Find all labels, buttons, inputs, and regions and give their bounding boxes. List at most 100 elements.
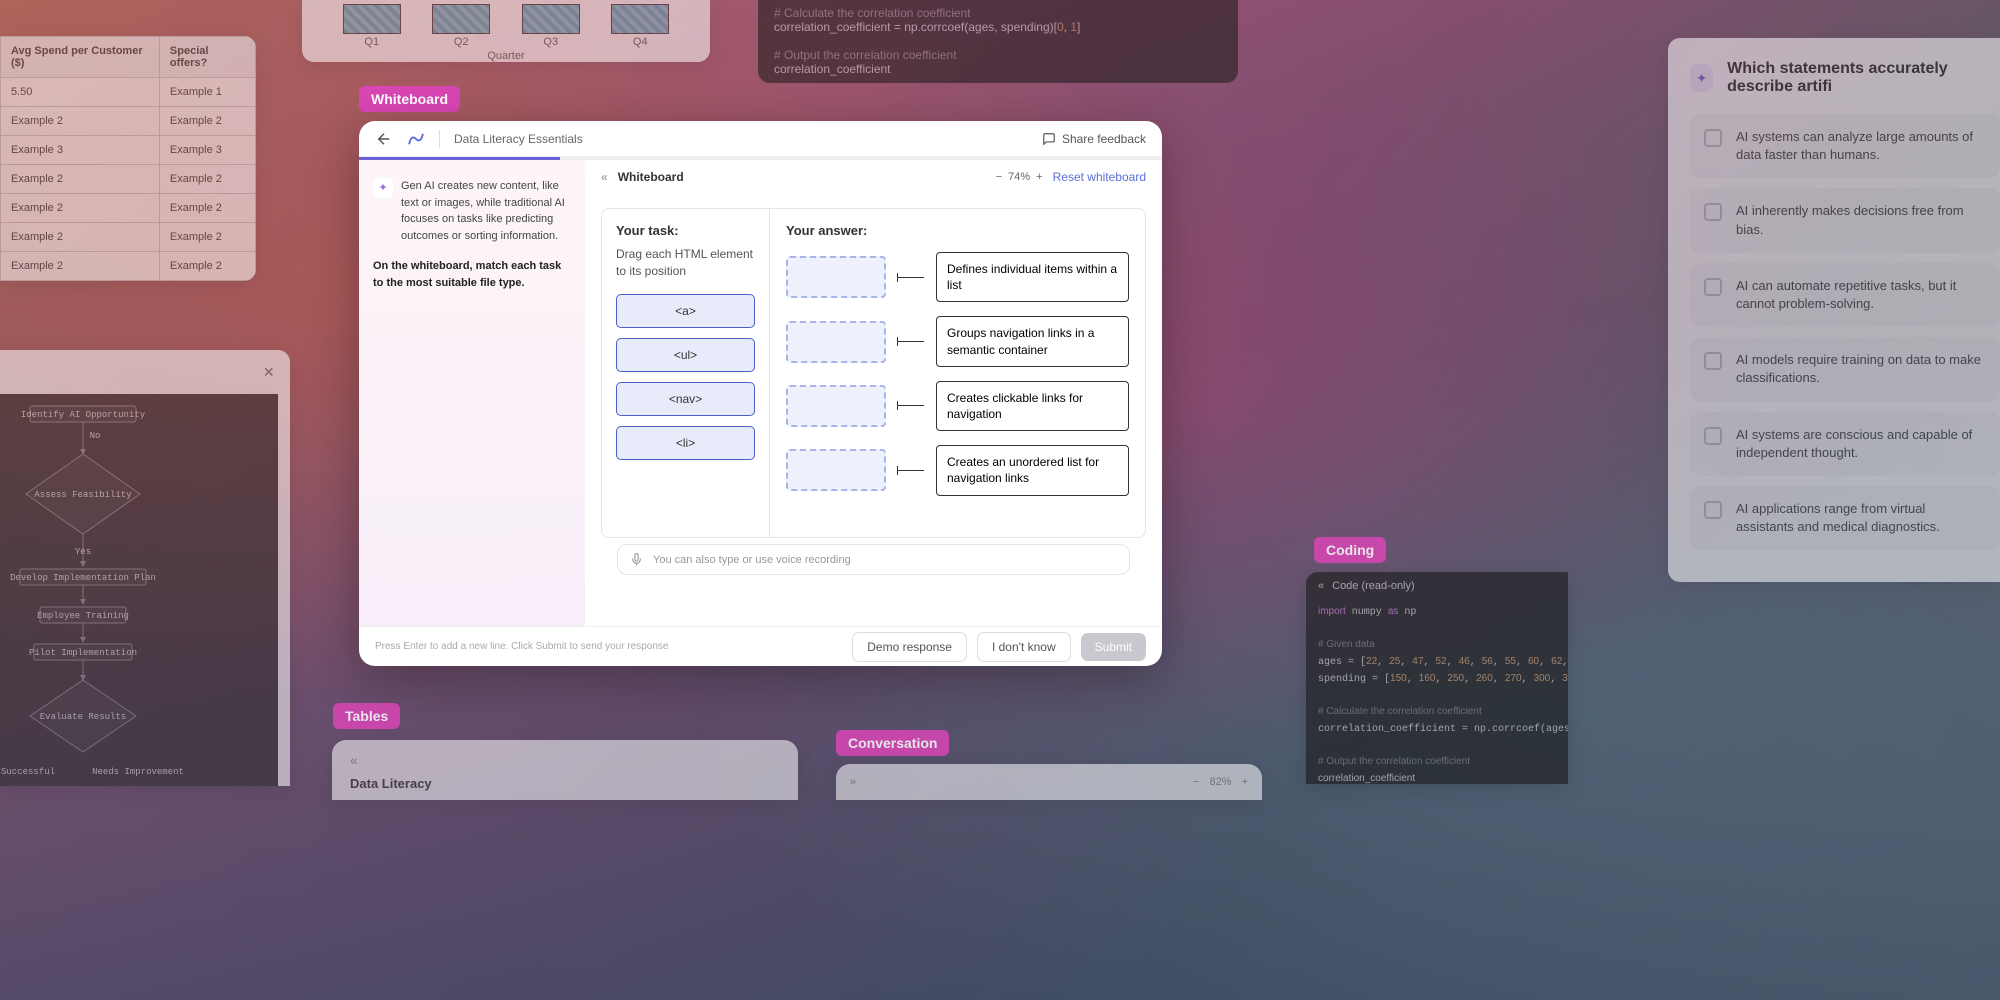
checkbox[interactable] — [1704, 352, 1722, 370]
task-instruction: Drag each HTML element to its position — [616, 246, 755, 280]
collapse-icon[interactable]: « — [1318, 580, 1324, 592]
demo-response-button[interactable]: Demo response — [852, 632, 967, 662]
quiz-option[interactable]: AI systems are conscious and capable of … — [1690, 412, 2000, 476]
chart-tick: Q2 — [454, 36, 469, 48]
tables-title: Data Literacy — [350, 776, 780, 791]
zoom-in-button[interactable]: + — [1036, 171, 1042, 183]
checkbox[interactable] — [1704, 203, 1722, 221]
drag-item[interactable]: <nav> — [616, 382, 755, 416]
zoom-level: 82% — [1210, 776, 1232, 788]
collapse-icon[interactable]: « — [601, 170, 608, 184]
table-cell: Example 2 — [159, 223, 255, 252]
chart-bar — [343, 4, 401, 34]
code-snippet-top: # Calculate the correlation coefficient … — [758, 0, 1238, 83]
drag-item[interactable]: <ul> — [616, 338, 755, 372]
chart-tick: Q3 — [543, 36, 558, 48]
table-cell: Example 2 — [1, 165, 160, 194]
reset-whiteboard-button[interactable]: Reset whiteboard — [1053, 170, 1146, 184]
quiz-option[interactable]: AI systems can analyze large amounts of … — [1690, 114, 2000, 178]
quiz-panel: ✦ Which statements accurately describe a… — [1668, 38, 2000, 582]
checkbox[interactable] — [1704, 501, 1722, 519]
canvas-title: Whiteboard — [618, 170, 986, 184]
table-cell: Example 2 — [1, 223, 160, 252]
drag-item[interactable]: <li> — [616, 426, 755, 460]
svg-text:Needs Improvement: Needs Improvement — [92, 767, 184, 777]
back-icon[interactable] — [375, 130, 393, 148]
conversation-tag: Conversation — [836, 730, 949, 756]
quiz-option-text: AI models require training on data to ma… — [1736, 351, 1986, 387]
answer-heading: Your answer: — [786, 223, 1129, 238]
instruction-sidebar: ✦ Gen AI creates new content, like text … — [359, 160, 585, 626]
expand-icon[interactable]: » — [850, 776, 856, 788]
quiz-option[interactable]: AI applications range from virtual assis… — [1690, 486, 2000, 550]
drop-slot[interactable] — [786, 385, 886, 427]
quarter-chart: Q1Q2Q3Q4 Quarter — [302, 0, 710, 62]
col-offers: Special offers? — [159, 37, 255, 78]
chart-tick: Q1 — [364, 36, 379, 48]
flowchart-panel: × Identify AI Opportunity No Assess Feas… — [0, 350, 290, 786]
quiz-option[interactable]: AI models require training on data to ma… — [1690, 337, 2000, 401]
checkbox[interactable] — [1704, 129, 1722, 147]
chart-bar — [611, 4, 669, 34]
svg-text:Evaluate Results: Evaluate Results — [40, 712, 126, 722]
microphone-icon — [630, 553, 643, 566]
quiz-option-text: AI systems can analyze large amounts of … — [1736, 128, 1986, 164]
breadcrumb: Data Literacy Essentials — [454, 132, 1028, 146]
zoom-level: 74% — [1008, 171, 1030, 183]
quiz-option[interactable]: AI inherently makes decisions free from … — [1690, 188, 2000, 252]
whiteboard-window: Data Literacy Essentials Share feedback … — [359, 121, 1162, 666]
close-icon[interactable]: × — [263, 362, 274, 383]
response-input[interactable]: You can also type or use voice recording — [617, 544, 1130, 575]
table-cell: Example 2 — [1, 194, 160, 223]
table-cell: Example 2 — [1, 107, 160, 136]
table-cell: Example 1 — [159, 78, 255, 107]
sparkle-icon: ✦ — [1690, 64, 1713, 92]
svg-text:Yes: Yes — [75, 547, 91, 557]
svg-text:Develop Implementation Plan: Develop Implementation Plan — [10, 573, 156, 583]
chart-bar — [432, 4, 490, 34]
conversation-window: » − 82% + — [836, 764, 1262, 800]
answer-description: Creates an unordered list for navigation… — [936, 445, 1129, 495]
spend-table-panel: Avg Spend per Customer ($) Special offer… — [0, 36, 256, 281]
quiz-option-text: AI systems are conscious and capable of … — [1736, 426, 1986, 462]
answer-description: Groups navigation links in a semantic co… — [936, 316, 1129, 366]
code-title: Code (read-only) — [1332, 580, 1415, 592]
footer-hint: Press Enter to add a new line. Click Sub… — [375, 641, 842, 652]
share-feedback-button[interactable]: Share feedback — [1042, 132, 1146, 146]
drop-slot[interactable] — [786, 256, 886, 298]
drop-slot[interactable] — [786, 321, 886, 363]
quiz-option-text: AI can automate repetitive tasks, but it… — [1736, 277, 1986, 313]
tables-tag: Tables — [333, 703, 400, 729]
drag-item[interactable]: <a> — [616, 294, 755, 328]
checkbox[interactable] — [1704, 427, 1722, 445]
drop-slot[interactable] — [786, 449, 886, 491]
whiteboard-tag: Whiteboard — [359, 86, 460, 112]
quiz-option-text: AI inherently makes decisions free from … — [1736, 202, 1986, 238]
zoom-out-button[interactable]: − — [1193, 776, 1199, 788]
zoom-out-button[interactable]: − — [996, 171, 1002, 183]
table-cell: Example 3 — [159, 136, 255, 165]
task-heading: Your task: — [616, 223, 755, 238]
svg-text:Successful: Successful — [1, 767, 55, 777]
answer-row: Defines individual items within a list — [786, 252, 1129, 302]
app-logo-icon — [407, 130, 425, 148]
answer-row: Creates clickable links for navigation — [786, 381, 1129, 431]
zoom-in-button[interactable]: + — [1242, 776, 1248, 788]
collapse-icon[interactable]: « — [350, 752, 780, 768]
chart-tick: Q4 — [633, 36, 648, 48]
table-cell: Example 2 — [159, 252, 255, 281]
table-cell: 5.50 — [1, 78, 160, 107]
quiz-option[interactable]: AI can automate repetitive tasks, but it… — [1690, 263, 2000, 327]
svg-text:Assess Feasibility: Assess Feasibility — [34, 490, 132, 500]
table-cell: Example 2 — [159, 165, 255, 194]
table-cell: Example 2 — [159, 107, 255, 136]
table-cell: Example 3 — [1, 136, 160, 165]
submit-button[interactable]: Submit — [1081, 633, 1146, 661]
answer-row: Creates an unordered list for navigation… — [786, 445, 1129, 495]
answer-description: Defines individual items within a list — [936, 252, 1129, 302]
code-window: «Code (read-only) import numpy as np # G… — [1306, 572, 1568, 784]
idk-button[interactable]: I don't know — [977, 632, 1071, 662]
checkbox[interactable] — [1704, 278, 1722, 296]
spend-table: Avg Spend per Customer ($) Special offer… — [0, 36, 256, 281]
coding-tag: Coding — [1314, 537, 1386, 563]
